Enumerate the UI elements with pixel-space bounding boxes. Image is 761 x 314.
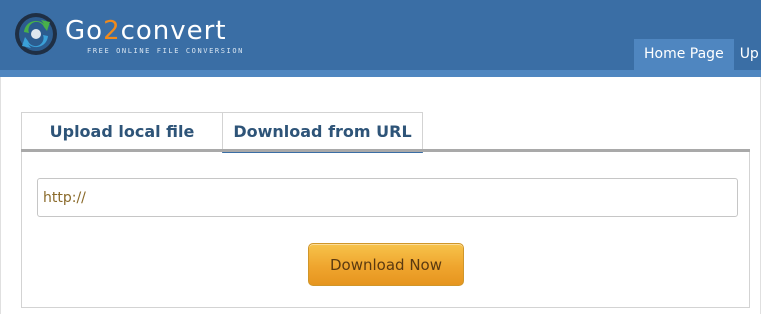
download-now-button[interactable]: Download Now [308, 243, 464, 286]
logo-title-prefix: Go [65, 16, 104, 46]
url-input[interactable] [37, 178, 738, 217]
nav-item-home-page[interactable]: Home Page [634, 39, 734, 70]
logo-title-suffix: convert [120, 16, 227, 46]
nav-item-upload[interactable]: Up [734, 39, 761, 70]
header-band [0, 70, 761, 77]
tab-upload-local-file[interactable]: Upload local file [21, 112, 223, 151]
site-tagline: FREE ONLINE FILE CONVERSION [87, 47, 244, 55]
go2convert-logo-icon[interactable] [14, 12, 58, 56]
site-logo-title[interactable]: Go2convert [65, 17, 227, 45]
source-tabs: Upload local file Download from URL [21, 112, 423, 153]
site-header: Go2convert FREE ONLINE FILE CONVERSION H… [0, 0, 761, 70]
logo-title-accent: 2 [103, 16, 121, 46]
main-nav: Home Page Up [634, 39, 761, 70]
tab-download-from-url[interactable]: Download from URL [222, 112, 423, 153]
